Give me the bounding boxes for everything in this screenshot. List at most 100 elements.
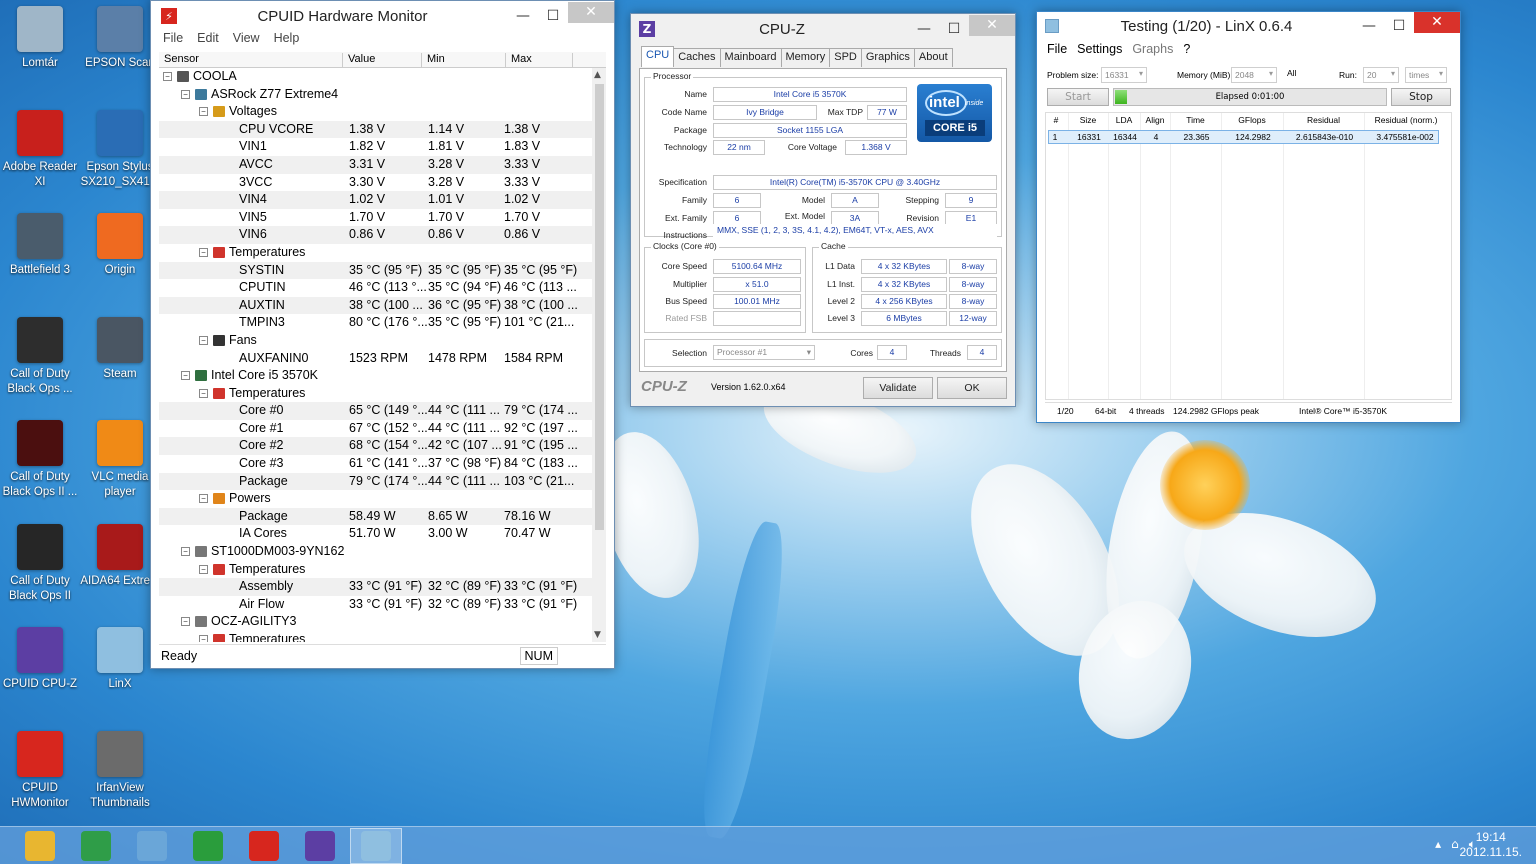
sensor-row[interactable]: Core #2 68 °C (154 °... 42 °C (107 ... 91 °… — [159, 437, 592, 456]
all-memory-option[interactable]: All — [1287, 68, 1296, 78]
collapse-toggle[interactable]: − — [199, 247, 208, 257]
desktop-icon[interactable]: Steam — [80, 316, 160, 382]
tab-caches[interactable]: Caches — [673, 48, 721, 67]
desktop-icon[interactable]: Battlefield 3 — [0, 213, 80, 278]
sensor-row[interactable]: Package 58.49 W 8.65 W 78.16 W — [159, 507, 592, 526]
tree-node[interactable]: − Temperatures — [159, 631, 592, 642]
network-icon[interactable]: ⌂ — [1451, 837, 1459, 852]
desktop-icon[interactable]: Epson Stylus SX210_SX41... — [80, 109, 160, 190]
sensor-row[interactable]: AVCC 3.31 V 3.28 V 3.33 V — [159, 155, 592, 174]
sensor-row[interactable]: VIN5 1.70 V 1.70 V 1.70 V — [159, 209, 592, 227]
maximize-button[interactable]: ☐ — [939, 18, 969, 40]
sensor-row[interactable]: 3VCC 3.30 V 3.28 V 3.33 V — [159, 174, 592, 192]
tree-node[interactable]: − ASRock Z77 Extreme4 — [159, 86, 592, 104]
sensor-row[interactable]: Core #0 65 °C (149 °... 44 °C (111 ... 79 °… — [159, 402, 592, 420]
menu-help[interactable]: Help — [274, 31, 300, 51]
menu-settings[interactable]: Settings — [1077, 42, 1122, 56]
sensor-row[interactable]: VIN6 0.86 V 0.86 V 0.86 V — [159, 226, 592, 244]
sensor-row[interactable]: VIN4 1.02 V 1.01 V 1.02 V — [159, 191, 592, 209]
table-row[interactable]: 1 16331 16344 4 23.365 124.2982 2.615843… — [1048, 130, 1439, 144]
desktop-icon[interactable]: AIDA64 Extre... — [80, 523, 160, 589]
column-value[interactable]: Value — [343, 53, 422, 67]
desktop-icon[interactable]: CPUID CPU-Z — [0, 627, 80, 692]
minimize-button[interactable]: — — [508, 5, 538, 27]
desktop-icon[interactable]: IrfanView Thumbnails — [80, 730, 160, 811]
desktop-icon[interactable]: Call of Duty Black Ops II — [0, 523, 80, 604]
run-unit-select[interactable]: times ▾ — [1405, 67, 1447, 83]
sensor-row[interactable]: TMPIN3 80 °C (176 °... 35 °C (95 °F) 101 °C… — [159, 314, 592, 332]
minimize-button[interactable]: — — [909, 18, 939, 40]
run-count-select[interactable]: 20 ▾ — [1363, 67, 1399, 83]
desktop-icon[interactable]: Call of Duty Black Ops ... — [0, 316, 80, 397]
tree-node[interactable]: − Voltages — [159, 103, 592, 121]
chevron-up-icon[interactable]: ▴ — [1435, 837, 1441, 852]
taskbar-item[interactable] — [126, 828, 178, 864]
desktop-icon[interactable]: Lomtár — [0, 6, 80, 71]
tab-memory[interactable]: Memory — [780, 48, 831, 67]
taskbar-item[interactable] — [70, 828, 122, 864]
sensor-row[interactable]: SYSTIN 35 °C (95 °F) 35 °C (95 °F) 35 °C (9… — [159, 261, 592, 280]
menu-graphs[interactable]: Graphs — [1132, 42, 1173, 56]
tree-node[interactable]: − Temperatures — [159, 561, 592, 579]
tree-node[interactable]: − Temperatures — [159, 244, 592, 262]
clock[interactable]: 19:14 2012.11.15. — [1459, 830, 1522, 860]
sensor-row[interactable]: CPUTIN 46 °C (113 °... 35 °C (94 °F) 46 °C … — [159, 279, 592, 297]
taskbar-item[interactable] — [182, 828, 234, 864]
sensor-row[interactable]: AUXTIN 38 °C (100 ... 36 °C (95 °F) 38 °C (… — [159, 296, 592, 315]
menu-edit[interactable]: Edit — [197, 31, 219, 51]
vertical-scrollbar[interactable]: ▲ ▼ — [592, 68, 606, 642]
collapse-toggle[interactable]: − — [181, 617, 190, 627]
menu-help[interactable]: ? — [1183, 42, 1190, 56]
tree-node[interactable]: − Fans — [159, 332, 592, 350]
tab-mainboard[interactable]: Mainboard — [719, 48, 782, 67]
column-max[interactable]: Max — [506, 53, 573, 67]
menu-file[interactable]: File — [163, 31, 183, 51]
close-button[interactable]: ✕ — [1414, 11, 1460, 33]
desktop-icon[interactable]: Origin — [80, 213, 160, 278]
memory-select[interactable]: 2048 ▾ — [1231, 67, 1277, 83]
desktop-icon[interactable]: CPUID HWMonitor — [0, 730, 80, 811]
minimize-button[interactable]: — — [1354, 15, 1384, 37]
close-button[interactable]: ✕ — [969, 14, 1015, 36]
linx-titlebar[interactable]: Testing (1/20) - LinX 0.6.4 — ☐ ✕ — [1037, 11, 1460, 40]
maximize-button[interactable]: ☐ — [538, 5, 568, 27]
collapse-toggle[interactable]: − — [199, 388, 208, 398]
sensor-row[interactable]: IA Cores 51.70 W 3.00 W 70.47 W — [159, 525, 592, 543]
problem-size-select[interactable]: 16331 ▾ — [1101, 67, 1147, 83]
ok-button[interactable]: OK — [937, 377, 1007, 399]
collapse-toggle[interactable]: − — [199, 335, 208, 345]
taskbar-item[interactable] — [294, 828, 346, 864]
tab-spd[interactable]: SPD — [829, 48, 862, 67]
sensor-tree[interactable]: − COOLA − ASRock Z77 Extreme4− Voltages CPU V… — [159, 68, 592, 642]
tree-node[interactable]: − Intel Core i5 3570K — [159, 367, 592, 385]
collapse-toggle[interactable]: − — [199, 494, 208, 504]
scroll-thumb[interactable] — [595, 84, 604, 530]
sensor-row[interactable]: Core #1 67 °C (152 °... 44 °C (111 ... 92 °… — [159, 420, 592, 438]
tree-node[interactable]: − Temperatures — [159, 385, 592, 403]
collapse-toggle[interactable]: − — [199, 635, 208, 642]
validate-button[interactable]: Validate — [863, 377, 933, 399]
tree-node[interactable]: − ST1000DM003-9YN162 — [159, 543, 592, 561]
tree-node[interactable]: − OCZ-AGILITY3 — [159, 613, 592, 631]
close-button[interactable]: ✕ — [568, 1, 614, 23]
collapse-toggle[interactable]: − — [163, 72, 172, 81]
collapse-toggle[interactable]: − — [199, 564, 208, 574]
menu-view[interactable]: View — [233, 31, 260, 51]
cpuz-titlebar[interactable]: Z CPU-Z — ☐ ✕ — [631, 14, 1015, 44]
collapse-toggle[interactable]: − — [181, 89, 190, 99]
sensor-row[interactable]: Assembly 33 °C (91 °F) 32 °C (89 °F) 33 °C … — [159, 578, 592, 596]
desktop-icon[interactable]: Call of Duty Black Ops II ... — [0, 420, 80, 500]
menu-file[interactable]: File — [1047, 42, 1067, 56]
column-min[interactable]: Min — [422, 53, 506, 67]
scroll-down-icon[interactable]: ▼ — [594, 630, 601, 640]
sensor-row[interactable]: Air Flow 33 °C (91 °F) 32 °C (89 °F) 33 °C … — [159, 596, 592, 614]
collapse-toggle[interactable]: − — [181, 547, 190, 557]
tab-cpu[interactable]: CPU — [641, 46, 675, 67]
collapse-toggle[interactable]: − — [199, 107, 208, 117]
tab-about[interactable]: About — [913, 48, 953, 67]
sensor-row[interactable]: VIN1 1.82 V 1.81 V 1.83 V — [159, 138, 592, 156]
collapse-toggle[interactable]: − — [181, 371, 190, 381]
sensor-row[interactable]: AUXFANIN0 1523 RPM 1478 RPM 1584 RPM — [159, 350, 592, 368]
desktop-icon[interactable]: LinX — [80, 627, 160, 692]
taskbar-item[interactable] — [14, 828, 66, 864]
